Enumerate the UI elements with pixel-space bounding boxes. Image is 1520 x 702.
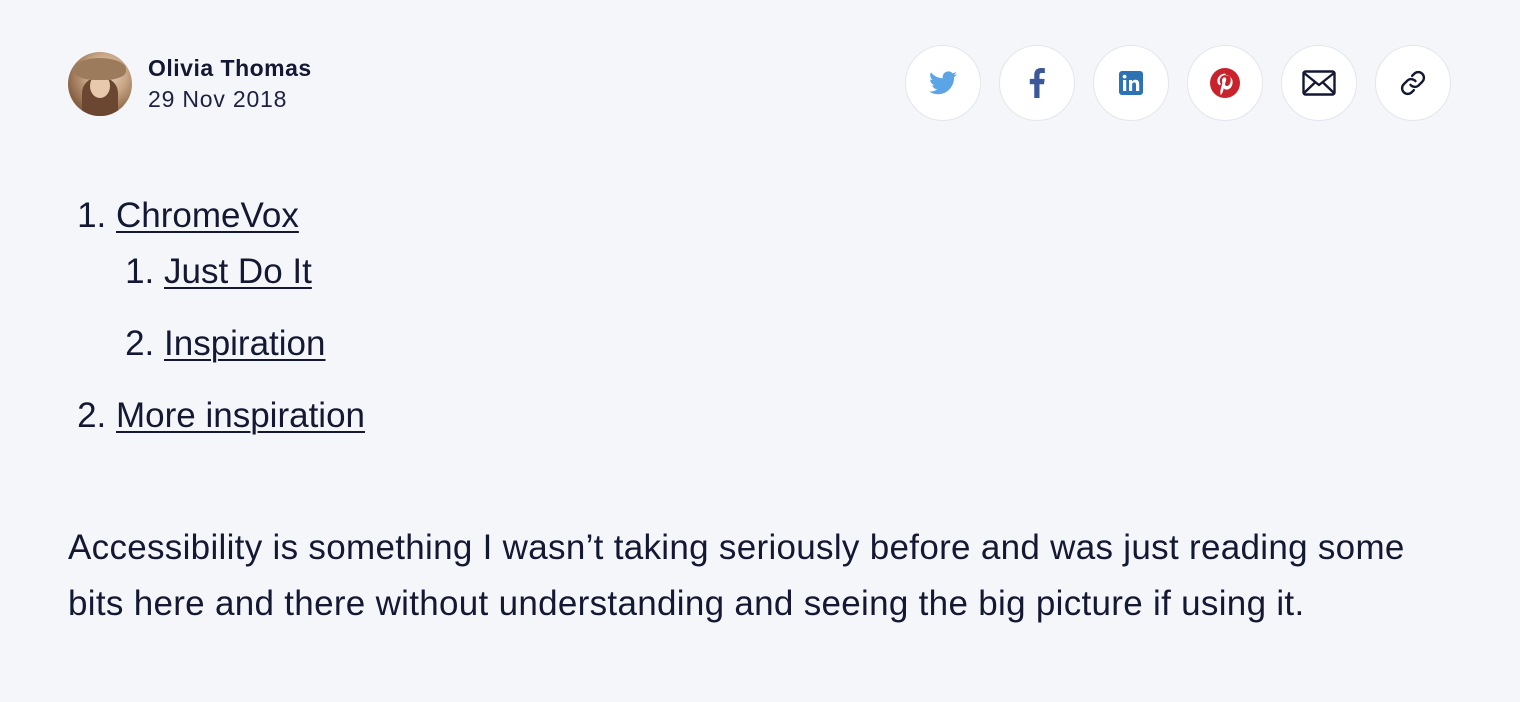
list-item: Inspiration xyxy=(164,318,1458,370)
facebook-share-button[interactable] xyxy=(999,45,1075,121)
author-name: Olivia Thomas xyxy=(148,55,312,81)
linkedin-share-button[interactable] xyxy=(1093,45,1169,121)
table-of-contents: ChromeVox Just Do It Inspiration More in… xyxy=(68,190,1458,442)
link-icon xyxy=(1400,70,1426,96)
toc-link-chromevox[interactable]: ChromeVox xyxy=(116,196,299,235)
toc-link-more-inspiration[interactable]: More inspiration xyxy=(116,396,365,435)
email-share-button[interactable] xyxy=(1281,45,1357,121)
list-item: More inspiration xyxy=(116,390,1458,442)
share-buttons xyxy=(905,45,1451,121)
article-content: ChromeVox Just Do It Inspiration More in… xyxy=(68,190,1458,632)
twitter-share-button[interactable] xyxy=(905,45,981,121)
author-meta: Olivia Thomas 29 Nov 2018 xyxy=(148,53,312,115)
linkedin-icon xyxy=(1119,71,1143,95)
copy-link-button[interactable] xyxy=(1375,45,1451,121)
pinterest-icon xyxy=(1210,68,1240,98)
nested-list: Just Do It Inspiration xyxy=(116,246,1458,370)
post-date: 29 Nov 2018 xyxy=(148,86,288,112)
avatar xyxy=(68,52,132,116)
pinterest-share-button[interactable] xyxy=(1187,45,1263,121)
toc-link-just-do-it[interactable]: Just Do It xyxy=(164,252,312,291)
author-block: Olivia Thomas 29 Nov 2018 xyxy=(68,52,312,116)
twitter-icon xyxy=(929,71,957,95)
list-item: ChromeVox Just Do It Inspiration xyxy=(116,190,1458,370)
email-icon xyxy=(1302,70,1336,96)
toc-link-inspiration[interactable]: Inspiration xyxy=(164,324,325,363)
list-item: Just Do It xyxy=(164,246,1458,298)
facebook-icon xyxy=(1029,68,1045,98)
body-paragraph: Accessibility is something I wasn’t taki… xyxy=(68,528,1405,623)
